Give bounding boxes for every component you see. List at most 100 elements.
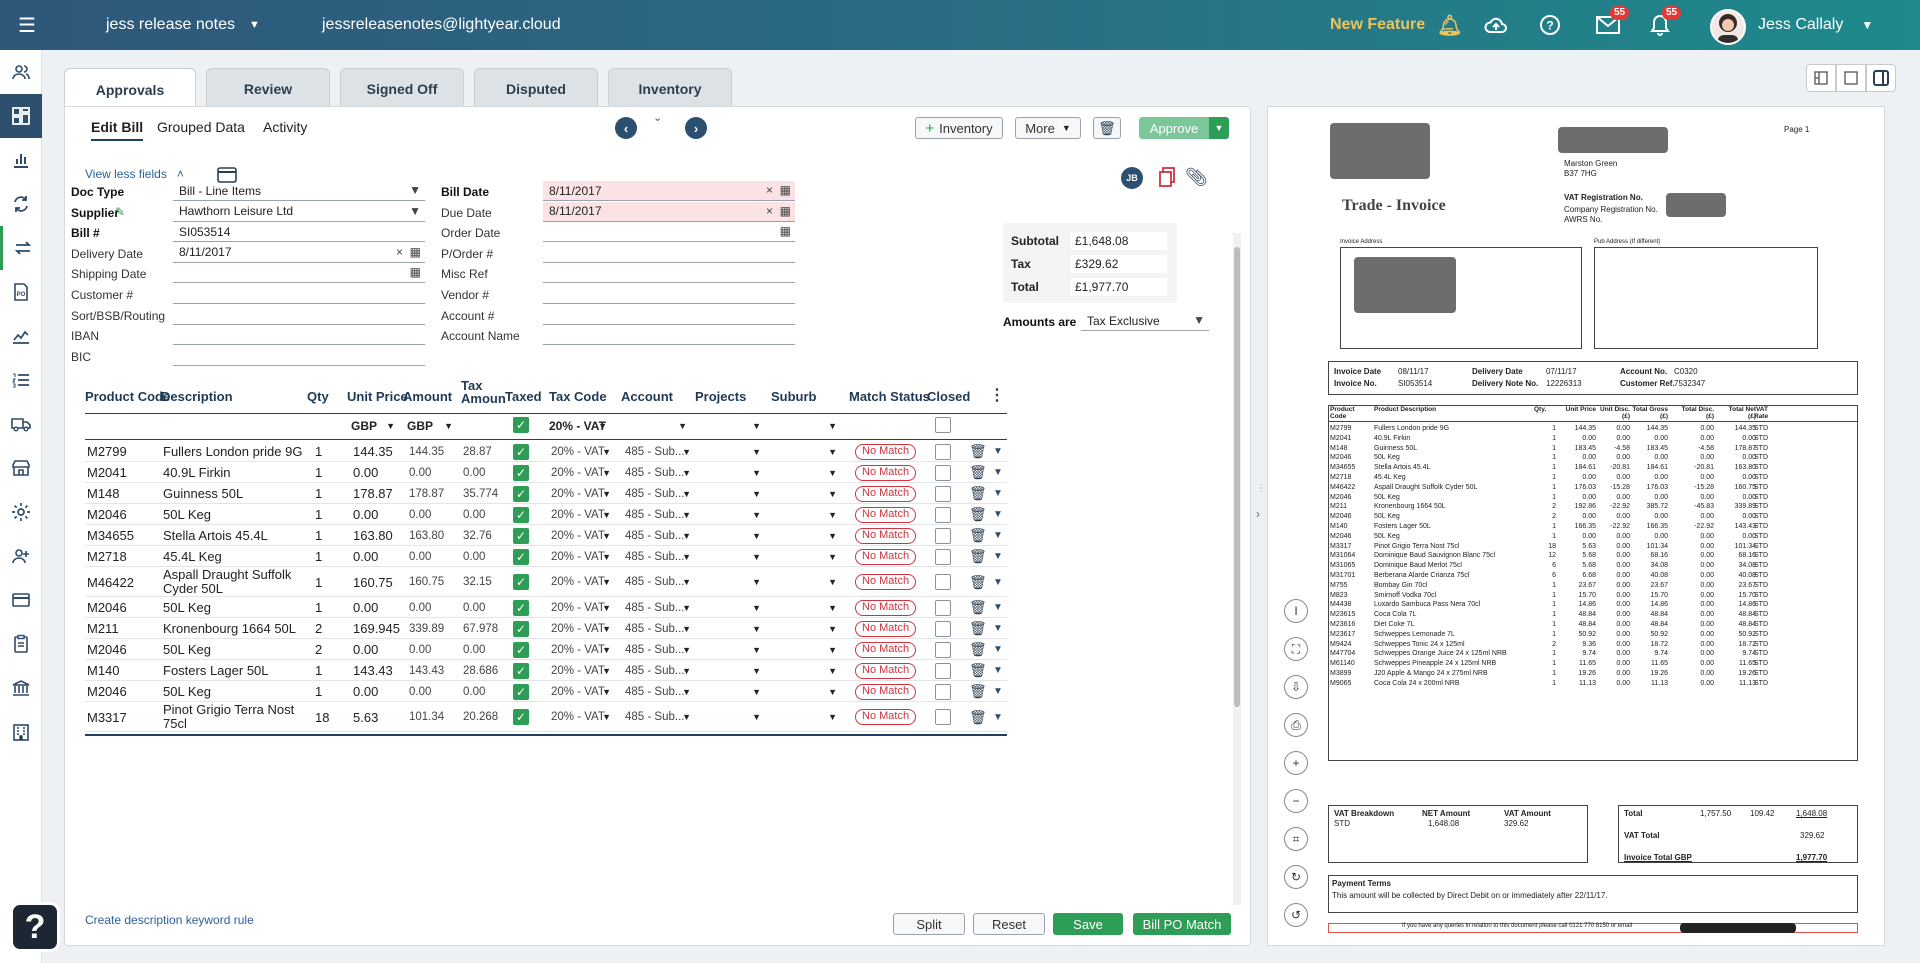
- customer-field[interactable]: [173, 284, 425, 304]
- column-header-suburb[interactable]: Suburb: [771, 389, 817, 404]
- zoom-out-icon[interactable]: −: [1284, 789, 1308, 813]
- delete-row-icon[interactable]: 🗑︎: [969, 462, 987, 483]
- closed-checkbox[interactable]: [935, 639, 951, 660]
- calendar-icon[interactable]: ▦: [410, 245, 421, 259]
- suburb-select[interactable]: ▼: [771, 504, 841, 525]
- taxed-checkbox[interactable]: ✓: [513, 618, 529, 639]
- suburb-select[interactable]: ▼: [771, 639, 841, 660]
- tab-review[interactable]: Review: [206, 68, 330, 108]
- row-options-caret-icon[interactable]: ▼: [993, 660, 1003, 681]
- misc-ref-field[interactable]: [543, 263, 795, 284]
- bill-field[interactable]: SI053514: [173, 222, 425, 243]
- text-select-tool-icon[interactable]: I: [1284, 599, 1308, 623]
- account-name-field[interactable]: [543, 325, 795, 346]
- taxed-checkbox[interactable]: ✓: [513, 567, 529, 597]
- tax-code-select[interactable]: 20% - VAT ▼: [551, 462, 615, 483]
- help-circle-icon[interactable]: ?: [1536, 0, 1564, 50]
- tax-code-select[interactable]: 20% - VAT ▼: [551, 567, 615, 597]
- projects-select[interactable]: ▼: [695, 567, 765, 597]
- closed-checkbox[interactable]: [935, 660, 951, 681]
- sidebar-item-analytics[interactable]: [0, 314, 42, 358]
- delete-row-icon[interactable]: 🗑︎: [969, 441, 987, 462]
- account-filter[interactable]: ▼: [621, 417, 691, 435]
- projects-select[interactable]: ▼: [695, 462, 765, 483]
- sidebar-item-delivery[interactable]: [0, 402, 42, 446]
- crop-icon[interactable]: ⌗: [1284, 827, 1308, 851]
- row-options-caret-icon[interactable]: ▼: [993, 525, 1003, 546]
- sidebar-item-payments[interactable]: [0, 578, 42, 622]
- account-select[interactable]: 485 - Sub... ▼: [625, 567, 691, 597]
- match-status[interactable]: No Match: [855, 567, 917, 597]
- column-header-taxed[interactable]: Taxed: [505, 389, 542, 404]
- more-button[interactable]: More ▼: [1015, 117, 1081, 139]
- avatar[interactable]: [1710, 9, 1746, 45]
- supplier-field[interactable]: Hawthorn Leisure Ltd ▼: [173, 202, 425, 222]
- org-switcher[interactable]: jess release notes ▼: [106, 0, 260, 50]
- taxed-checkbox[interactable]: ✓: [513, 702, 529, 732]
- closed-checkbox[interactable]: [935, 441, 951, 462]
- delete-row-icon[interactable]: 🗑︎: [969, 546, 987, 567]
- match-status[interactable]: No Match: [855, 702, 917, 732]
- cloud-upload-icon[interactable]: [1482, 0, 1510, 50]
- projects-select[interactable]: ▼: [695, 639, 765, 660]
- row-options-caret-icon[interactable]: ▼: [993, 702, 1003, 732]
- column-header-unit-price[interactable]: Unit Price: [347, 389, 408, 404]
- account-select[interactable]: 485 - Sub... ▼: [625, 639, 691, 660]
- sidebar-item-reports[interactable]: [0, 138, 42, 182]
- sidebar-item-bank[interactable]: [0, 666, 42, 710]
- delete-row-icon[interactable]: 🗑︎: [969, 597, 987, 618]
- tab-signed-off[interactable]: Signed Off: [340, 68, 464, 108]
- table-row[interactable]: M2046 50L Keg 1 0.00 0.00 0.00 ✓ 20% - VAT ▼ 485 …: [85, 597, 1007, 618]
- account-field[interactable]: [543, 305, 795, 325]
- fit-screen-icon[interactable]: ⛶: [1284, 637, 1308, 661]
- projects-select[interactable]: ▼: [695, 546, 765, 567]
- taxed-checkbox[interactable]: ✓: [513, 504, 529, 525]
- sidebar-item-contacts[interactable]: [0, 50, 42, 94]
- tax-code-select[interactable]: 20% - VAT ▼: [551, 639, 615, 660]
- row-options-caret-icon[interactable]: ▼: [993, 462, 1003, 483]
- clear-icon[interactable]: ×: [396, 245, 403, 259]
- sidebar-item-bills[interactable]: [0, 226, 42, 270]
- delete-row-icon[interactable]: 🗑︎: [969, 483, 987, 504]
- table-row[interactable]: M211 Kronenbourg 1664 50L 2 169.945 339.89 67…: [85, 618, 1007, 639]
- new-feature-link[interactable]: New Feature 🔔︎: [1330, 0, 1463, 50]
- account-select[interactable]: 485 - Sub... ▼: [625, 504, 691, 525]
- projects-select[interactable]: ▼: [695, 681, 765, 702]
- bic-field[interactable]: [173, 346, 425, 366]
- tax-code-select[interactable]: 20% - VAT ▼: [551, 618, 615, 639]
- save-button[interactable]: Save: [1053, 913, 1123, 935]
- next-bill-button[interactable]: ›: [685, 117, 707, 139]
- closed-checkbox[interactable]: [935, 702, 951, 732]
- suburb-select[interactable]: ▼: [771, 546, 841, 567]
- match-status[interactable]: No Match: [855, 546, 917, 567]
- table-row[interactable]: M2046 50L Keg 1 0.00 0.00 0.00 ✓ 20% - VAT ▼ 485 …: [85, 504, 1007, 525]
- account-select[interactable]: 485 - Sub... ▼: [625, 702, 691, 732]
- table-row[interactable]: M3317 Pinot Grigio Terra Nost 75cl 18 5.63 1…: [85, 702, 1007, 732]
- calendar-icon[interactable]: ▦: [410, 265, 421, 279]
- split-view-icon[interactable]: [1806, 64, 1836, 92]
- account-select[interactable]: 485 - Sub... ▼: [625, 597, 691, 618]
- taxed-filter-checkbox[interactable]: ✓: [513, 417, 529, 433]
- row-options-caret-icon[interactable]: ▼: [993, 441, 1003, 462]
- due-date-field[interactable]: 8/11/2017 ▦ ×: [543, 201, 795, 222]
- closed-checkbox[interactable]: [935, 546, 951, 567]
- sort-bsb-routing-field[interactable]: [173, 305, 425, 325]
- help-button[interactable]: ?: [10, 902, 60, 952]
- tax-code-select[interactable]: 20% - VAT ▼: [551, 441, 615, 462]
- subtab-grouped-data[interactable]: Grouped Data: [157, 119, 245, 135]
- account-select[interactable]: 485 - Sub... ▼: [625, 483, 691, 504]
- doc-type-field[interactable]: Bill - Line Items ▼: [173, 181, 425, 201]
- match-status[interactable]: No Match: [855, 660, 917, 681]
- single-view-icon[interactable]: [1836, 64, 1866, 92]
- suburb-select[interactable]: ▼: [771, 462, 841, 483]
- closed-checkbox[interactable]: [935, 597, 951, 618]
- match-status[interactable]: No Match: [855, 525, 917, 546]
- row-options-caret-icon[interactable]: ▼: [993, 567, 1003, 597]
- tab-inventory[interactable]: Inventory: [608, 68, 732, 108]
- projects-select[interactable]: ▼: [695, 597, 765, 618]
- column-header-tax-code[interactable]: Tax Code: [549, 389, 607, 404]
- taxed-checkbox[interactable]: ✓: [513, 546, 529, 567]
- sidebar-item-sync[interactable]: [0, 182, 42, 226]
- taxed-checkbox[interactable]: ✓: [513, 525, 529, 546]
- closed-checkbox[interactable]: [935, 462, 951, 483]
